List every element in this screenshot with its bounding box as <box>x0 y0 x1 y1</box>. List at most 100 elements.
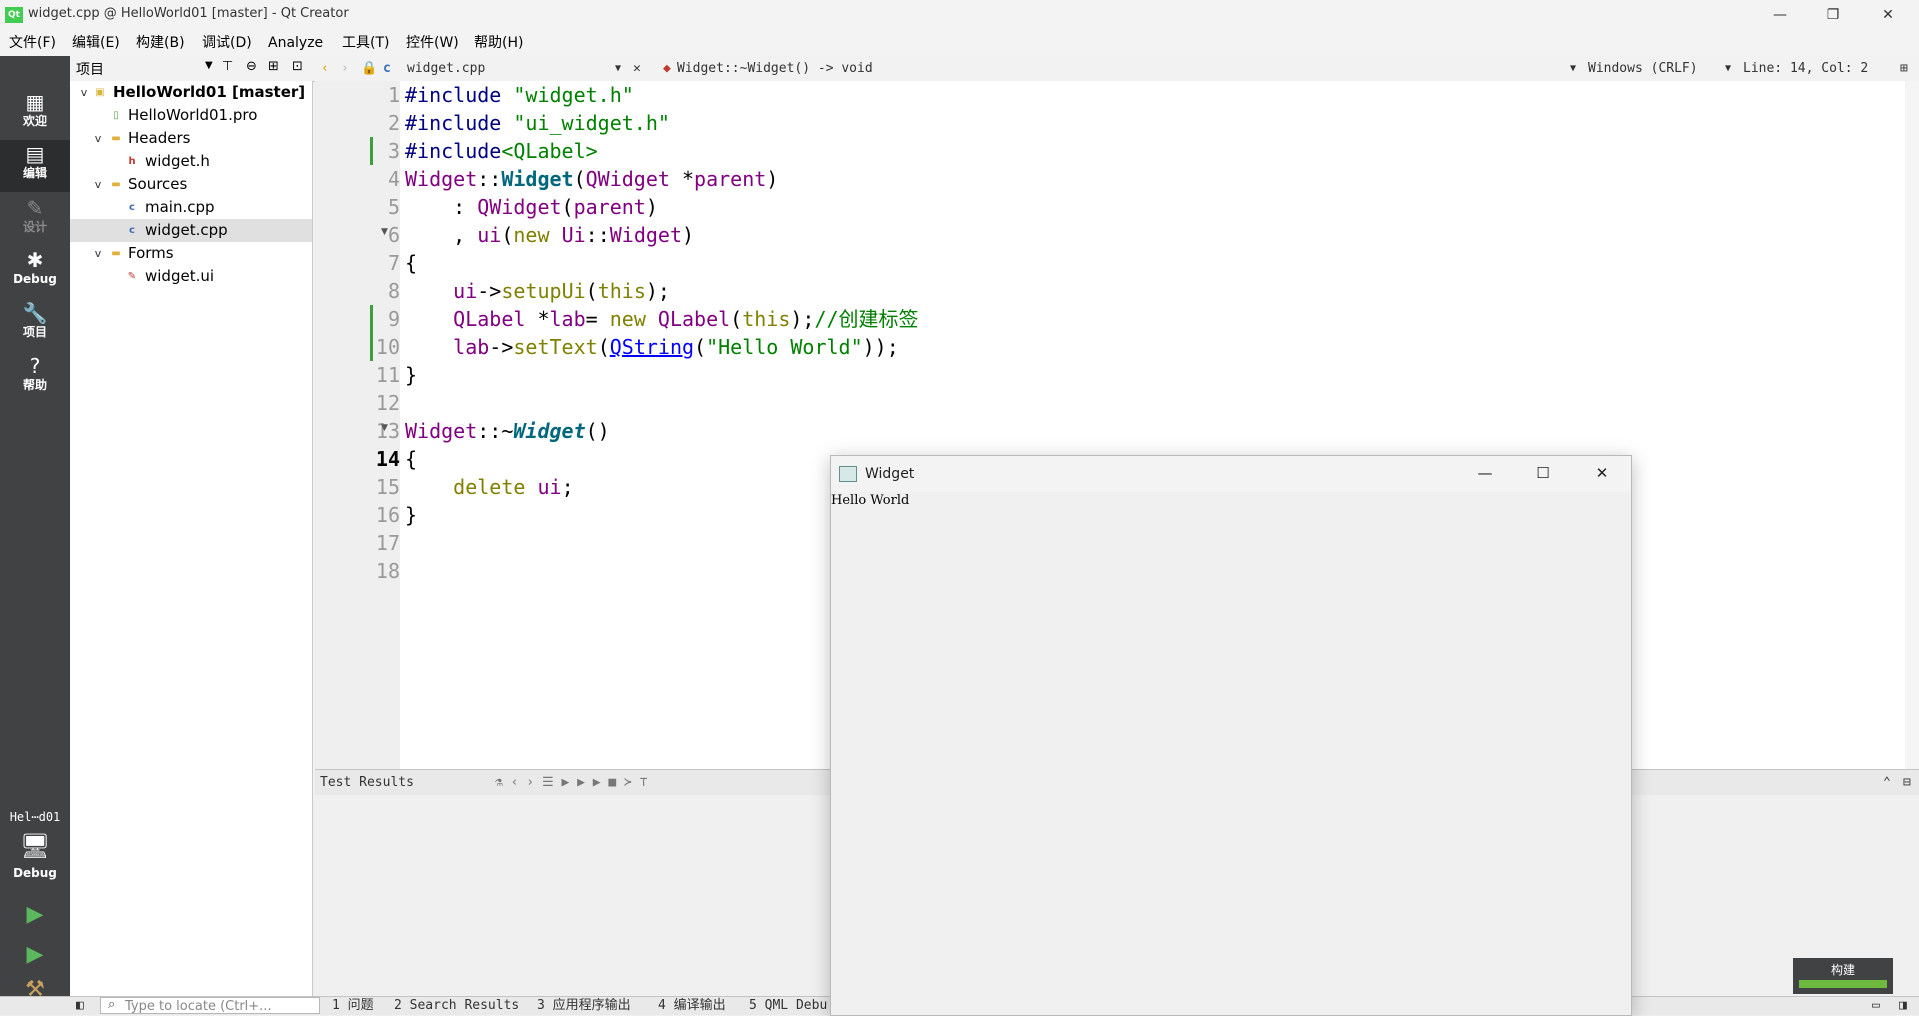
chevron-down-icon[interactable]: ▼ <box>1725 56 1731 81</box>
code-line[interactable]: #include "widget.h" <box>405 81 634 109</box>
expand-arrow-icon[interactable]: v <box>92 173 104 196</box>
tree-item-widget-cpp[interactable]: c widget.cpp <box>70 219 312 242</box>
widget-window-title: Widget <box>865 466 915 482</box>
filter-icon[interactable]: ⊤ <box>222 59 233 74</box>
tree-item-forms[interactable]: v ▬ Forms <box>70 242 312 265</box>
menu-tools[interactable]: 工具(T) <box>336 30 395 56</box>
output-tab-qml-debug[interactable]: 5 QML Debu <box>749 997 827 1015</box>
expand-arrow-icon[interactable]: v <box>92 242 104 265</box>
chevron-down-icon[interactable]: ▼ <box>1570 56 1576 81</box>
code-line[interactable]: lab->setText(QString("Hello World")); <box>405 333 899 361</box>
output-tab-compile-output[interactable]: 4 编译输出 <box>658 997 726 1015</box>
line-number: 6 <box>387 223 400 247</box>
mode-design[interactable]: ✎ 设计 <box>0 194 70 246</box>
symbol-selector[interactable]: Widget::~Widget() -> void <box>677 56 873 81</box>
menu-analyze[interactable]: Analyze <box>262 30 329 56</box>
widget-minimize-button[interactable]: — <box>1456 456 1514 492</box>
help-icon: ? <box>29 354 41 378</box>
mode-edit[interactable]: ▤ 编辑 <box>0 140 70 192</box>
code-line[interactable]: Widget::Widget(QWidget *parent) <box>405 165 778 193</box>
close-panel-icon[interactable]: ⊡ <box>292 59 303 74</box>
menu-build[interactable]: 构建(B) <box>130 30 191 56</box>
code-line[interactable]: Widget::~Widget() <box>405 417 610 445</box>
grid-icon: ▦ <box>25 90 45 114</box>
cpp-file-icon: c <box>383 61 391 76</box>
build-progress-bar <box>1799 980 1887 988</box>
debug-run-icon[interactable]: ▶ <box>18 940 52 970</box>
line-ending-selector[interactable]: Windows (CRLF) <box>1588 56 1698 81</box>
code-line[interactable]: { <box>405 249 417 277</box>
expand-arrow-icon[interactable]: v <box>78 81 90 104</box>
split-editor-icon[interactable]: ⊞ <box>1900 56 1908 81</box>
toggle-sidebar-icon[interactable]: ◧ <box>76 997 84 1015</box>
minimize-window-button[interactable]: — <box>1757 0 1803 30</box>
code-line[interactable]: } <box>405 501 417 529</box>
chevron-down-icon[interactable]: ▼ <box>205 60 213 71</box>
widget-window-titlebar[interactable]: Widget — ☐ ✕ <box>831 456 1631 492</box>
code-line[interactable]: } <box>405 361 417 389</box>
code-line[interactable]: #include "ui_widget.h" <box>405 109 670 137</box>
kit-project-name[interactable]: Hel⋯d01 <box>0 810 70 824</box>
output-tab-issues[interactable]: 1 问题 <box>332 997 374 1015</box>
widget-close-button[interactable]: ✕ <box>1573 456 1631 492</box>
code-line[interactable]: { <box>405 445 417 473</box>
widget-app-window[interactable]: Widget — ☐ ✕ Hello World <box>830 455 1632 1016</box>
cursor-position[interactable]: Line: 14, Col: 2 <box>1743 56 1868 81</box>
close-document-icon[interactable]: ✕ <box>633 56 641 81</box>
back-arrow-icon[interactable]: ‹ <box>321 56 329 81</box>
code-line[interactable]: #include<QLabel> <box>405 137 598 165</box>
editor-vertical-scrollbar[interactable] <box>1905 81 1919 769</box>
expand-arrow-icon[interactable]: v <box>92 127 104 150</box>
tree-item-widget-h[interactable]: h widget.h <box>70 150 312 173</box>
tree-item-widget-ui[interactable]: ✎ widget.ui <box>70 265 312 288</box>
menu-controls[interactable]: 控件(W) <box>400 30 465 56</box>
monitor-icon[interactable]: 🖥 <box>20 832 50 862</box>
project-panel-title[interactable]: 项目 <box>76 59 104 79</box>
output-pane-tools[interactable]: ⚗ ‹ › ☰ ▶ ▶ ▶ ■ ≻ ⊤ <box>495 770 648 795</box>
progress-details-icon[interactable]: ▭ <box>1872 997 1880 1015</box>
code-line[interactable]: delete ui; <box>405 473 573 501</box>
mode-help[interactable]: ? 帮助 <box>0 352 70 404</box>
menu-help[interactable]: 帮助(H) <box>468 30 529 56</box>
tree-item-headers[interactable]: v ▬ Headers <box>70 127 312 150</box>
open-document-selector[interactable]: widget.cpp <box>407 56 485 81</box>
code-line[interactable]: ui->setupUi(this); <box>405 277 670 305</box>
output-tab-application-output[interactable]: 3 应用程序输出 <box>537 997 631 1015</box>
tree-item-pro-file[interactable]: ▯ HelloWorld01.pro <box>70 104 312 127</box>
mode-debug[interactable]: ✱ Debug <box>0 246 70 298</box>
line-number: 8 <box>387 279 400 303</box>
fold-arrow-icon[interactable]: ▼ <box>381 423 388 433</box>
mode-projects[interactable]: 🔧 项目 <box>0 299 70 351</box>
line-number: 2 <box>387 111 400 135</box>
maximize-pane-icon[interactable]: ⌃ <box>1883 770 1891 795</box>
cpp-file-icon: c <box>129 202 135 213</box>
output-pane-title[interactable]: Test Results <box>320 770 414 795</box>
kit-build-config[interactable]: Debug <box>0 866 70 880</box>
output-tab-search-results[interactable]: 2 Search Results <box>394 997 519 1015</box>
close-window-button[interactable]: ✕ <box>1865 0 1911 30</box>
split-icon[interactable]: ⊞ <box>268 59 279 74</box>
code-line[interactable]: : QWidget(parent) <box>405 193 658 221</box>
code-line[interactable]: QLabel *lab= new QLabel(this);//创建标签 <box>405 305 918 333</box>
mode-welcome[interactable]: ▦ 欢迎 <box>0 88 70 140</box>
menu-edit[interactable]: 编辑(E) <box>66 30 126 56</box>
menu-file[interactable]: 文件(F) <box>3 30 62 56</box>
fold-arrow-icon[interactable]: ▼ <box>381 227 388 237</box>
close-pane-icon[interactable]: ⊟ <box>1903 770 1911 795</box>
run-icon[interactable]: ▶ <box>18 900 52 930</box>
build-progress[interactable]: 构建 <box>1793 958 1893 994</box>
restore-window-button[interactable]: ❐ <box>1810 0 1856 30</box>
menu-debug[interactable]: 调试(D) <box>196 30 258 56</box>
locator-input[interactable]: Type to locate (Ctrl+... <box>100 997 320 1014</box>
tree-item-project[interactable]: v ▣ HelloWorld01 [master] <box>70 81 312 104</box>
widget-maximize-button[interactable]: ☐ <box>1514 456 1572 492</box>
line-number: 16 <box>375 503 400 527</box>
tree-item-main-cpp[interactable]: c main.cpp <box>70 196 312 219</box>
link-icon[interactable]: ⊖ <box>246 59 257 74</box>
tree-item-sources[interactable]: v ▬ Sources <box>70 173 312 196</box>
toggle-right-sidebar-icon[interactable]: ◨ <box>1899 997 1907 1015</box>
code-line[interactable]: , ui(new Ui::Widget) <box>405 221 694 249</box>
forward-arrow-icon[interactable]: › <box>341 56 349 81</box>
lock-icon: 🔒 <box>361 61 378 76</box>
chevron-down-icon[interactable]: ▼ <box>615 56 621 81</box>
